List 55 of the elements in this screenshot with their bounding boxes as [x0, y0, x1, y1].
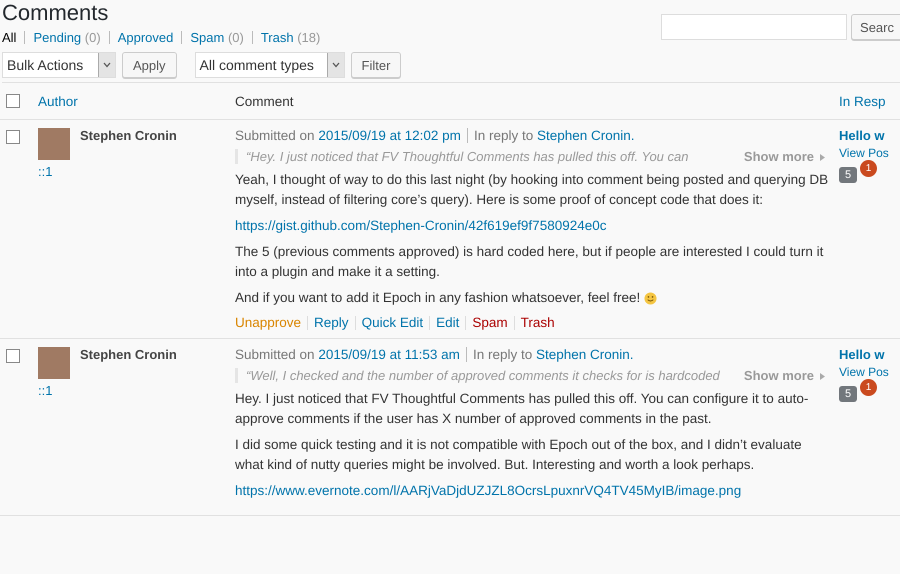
comment-paragraph: Hey. I just noticed that FV Thoughtful Comments has pulled this off. You can configure it to auto-approve comments if the user has X number of approved comments in the past.	[235, 390, 810, 428]
quoted-excerpt: “Hey. I just noticed that FV Thoughtful Comments has pulled this off. You can	[246, 149, 688, 164]
comment-count-bubble[interactable]: 5	[839, 167, 858, 183]
quoted-excerpt: “Well, I checked and the number of approved comments it checks for is hardcoded	[246, 368, 720, 383]
search-field[interactable]	[661, 14, 848, 40]
filter-link[interactable]: Approved	[108, 30, 182, 44]
checkbox[interactable]	[6, 94, 20, 108]
action-link[interactable]: Trash	[514, 316, 561, 330]
comment-paragraph: Yeah, I thought of way to do this last night (by hooking into comment being posted and querying DB myself, instead of filtering core’s query). Here is some proof of concept code that does it:	[235, 171, 830, 209]
avatar-placeholder	[38, 347, 70, 379]
comment-count-bubble[interactable]: 5	[839, 386, 858, 402]
post-title-link[interactable]: Hello w	[839, 128, 885, 143]
filter-link[interactable]: Pending (0)	[24, 30, 109, 44]
column-header: Comment	[235, 94, 294, 108]
submitted-text: Submitted on 2015/09/19 at 12:02 pm	[235, 128, 461, 143]
comment-paragraph: I did some quick testing and it is not compatible with Epoch out of the box, and I didn’t evaluate what kind of nutty queries might be involved. But. Interesting and worth a look perhaps.	[235, 436, 803, 474]
checkbox[interactable]	[6, 130, 20, 144]
column-header[interactable]: In Resp	[839, 94, 886, 108]
column-header[interactable]: Author	[38, 94, 78, 108]
page-title: Comments	[2, 0, 108, 26]
search-button[interactable]: Searc	[851, 14, 900, 40]
pending-count-badge: 1	[860, 379, 877, 396]
filter-link[interactable]: Trash (18)	[252, 30, 328, 44]
show-more-toggle[interactable]: Show more	[744, 368, 825, 383]
post-title-link[interactable]: Hello w	[839, 347, 885, 362]
author-name: Stephen Cronin	[80, 128, 177, 143]
author-name: Stephen Cronin	[80, 347, 177, 362]
view-post-link[interactable]: View Pos	[839, 365, 889, 379]
view-post-link[interactable]: View Pos	[839, 146, 889, 160]
comment-paragraph: The 5 (previous comments approved) is hard coded here, but if people are interested I could turn it into a plugin and make it a setting.	[235, 243, 824, 281]
comment-paragraph: And if you want to add it Epoch in any fashion whatsoever, feel free!	[235, 289, 640, 307]
reply-to-text: In reply to Stephen Cronin.	[466, 347, 634, 362]
ip-link[interactable]: ::1	[38, 164, 52, 179]
ip-link[interactable]: ::1	[38, 383, 52, 398]
checkbox[interactable]	[6, 349, 20, 363]
dropdown[interactable]: Bulk Actions	[2, 52, 116, 78]
action-link[interactable]: Quick Edit	[354, 316, 430, 330]
apply-button[interactable]: Apply	[122, 52, 177, 78]
action-link[interactable]: Reply	[307, 316, 355, 330]
action-link[interactable]: Unapprove	[235, 316, 308, 330]
pending-count-badge: 1	[860, 160, 877, 177]
filter-link[interactable]: All	[2, 30, 24, 44]
action-link[interactable]: Spam	[465, 316, 514, 330]
dropdown[interactable]: All comment types	[194, 52, 345, 78]
comment-link[interactable]: https://gist.github.com/Stephen-Cronin/42f619ef9f7580924e0c	[235, 216, 607, 236]
show-more-toggle[interactable]: Show more	[744, 149, 825, 164]
action-link[interactable]: Edit	[429, 316, 466, 330]
chevron-down-icon	[326, 53, 344, 77]
avatar-placeholder	[38, 128, 70, 160]
filter-button[interactable]: Filter	[350, 52, 402, 78]
filter-link[interactable]: Spam (0)	[181, 30, 252, 44]
reply-to-text: In reply to Stephen Cronin.	[466, 128, 635, 143]
chevron-down-icon	[98, 53, 115, 77]
comment-link[interactable]: https://www.evernote.com/l/AARjVaDjdUZJZL8OcrsLpuxnrVQ4TV45MyIB/image.png	[235, 481, 742, 501]
submitted-text: Submitted on 2015/09/19 at 11:53 am	[235, 347, 460, 362]
